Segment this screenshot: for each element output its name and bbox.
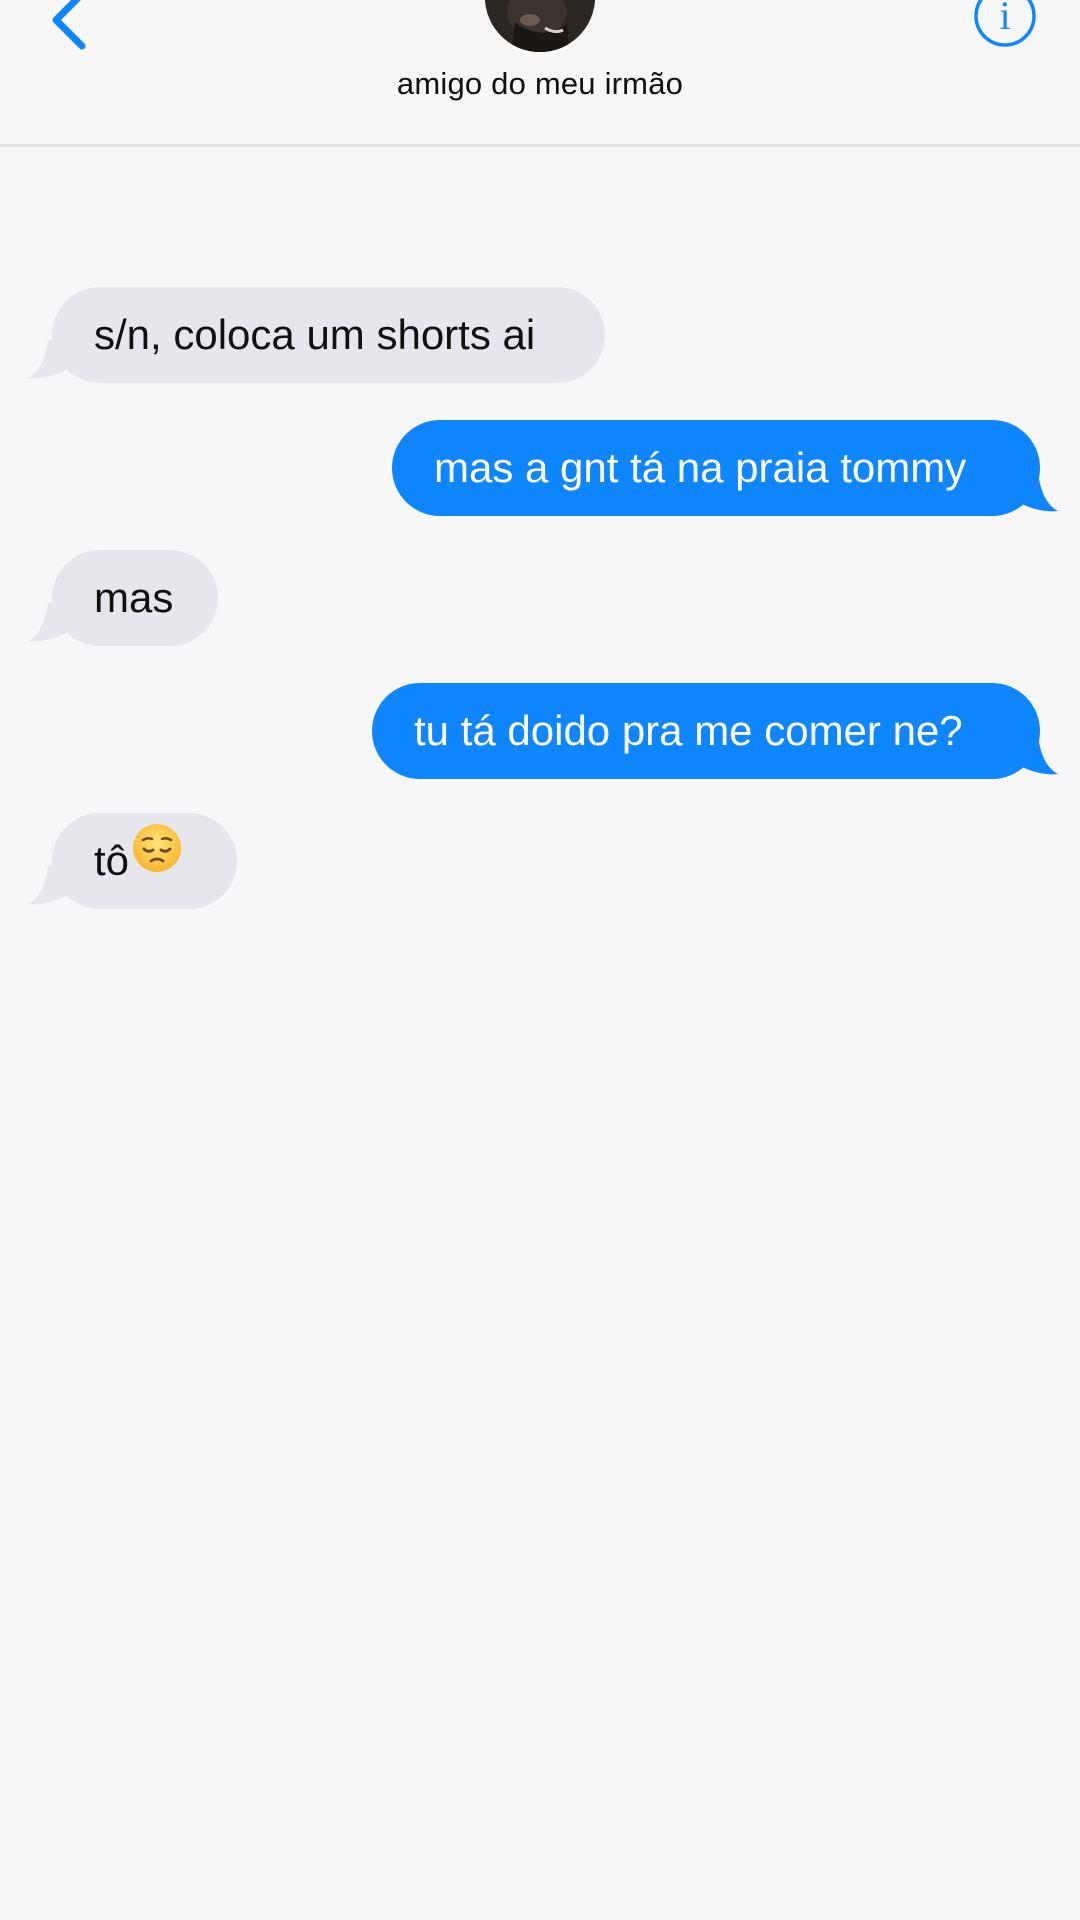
avatar-photo <box>485 0 595 52</box>
contact-avatar[interactable] <box>485 0 595 52</box>
pensive-face-icon <box>131 812 183 908</box>
message-sent[interactable]: mas a gnt tá na praia tommy <box>392 420 1040 516</box>
message-text: tô <box>94 837 130 884</box>
message-text: mas <box>94 574 174 621</box>
message-text: s/n, coloca um shorts ai <box>94 311 536 358</box>
chat-screen: amigo do meu irmão i s/n, coloca um shor… <box>0 0 1080 1920</box>
message-received[interactable]: mas <box>52 550 218 646</box>
conversation-header: amigo do meu irmão i <box>0 0 1080 147</box>
message-received[interactable]: s/n, coloca um shorts ai <box>52 287 605 383</box>
info-icon: i <box>974 0 1036 47</box>
contact-name[interactable]: amigo do meu irmão <box>0 66 1080 102</box>
back-button[interactable] <box>40 0 100 60</box>
svg-text:i: i <box>999 0 1010 38</box>
message-sent[interactable]: tu tá doido pra me comer ne? <box>372 683 1040 779</box>
chevron-left-icon <box>52 0 86 50</box>
message-received[interactable]: tô <box>52 813 237 909</box>
info-button[interactable]: i <box>973 0 1037 48</box>
message-text: tu tá doido pra me comer ne? <box>414 707 963 754</box>
message-text: mas a gnt tá na praia tommy <box>434 444 967 491</box>
